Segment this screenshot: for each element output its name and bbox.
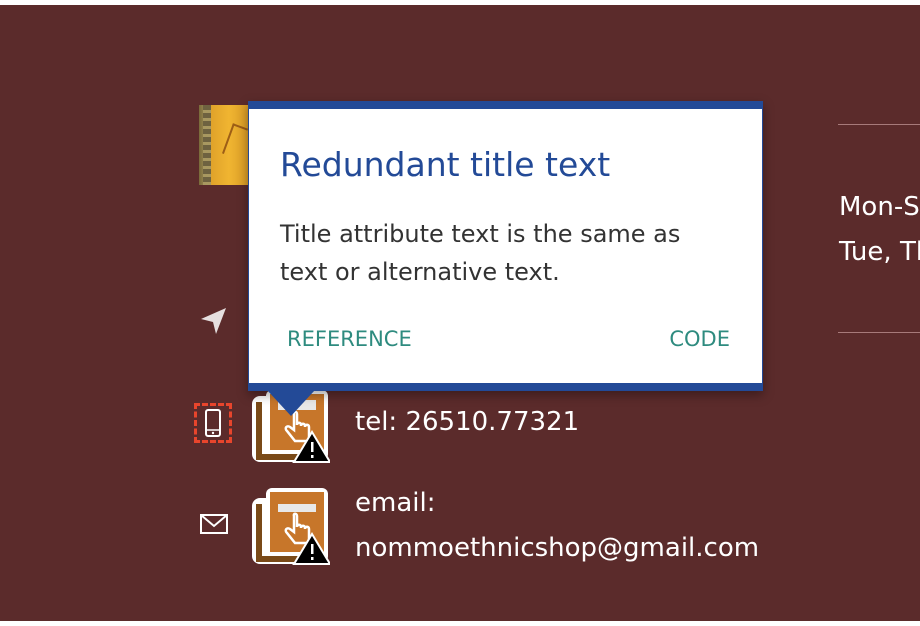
phone-number[interactable]: tel: 26510.77321 xyxy=(355,409,579,435)
mobile-phone-icon xyxy=(194,403,232,443)
divider-bottom xyxy=(838,332,920,333)
product-thumbnail[interactable] xyxy=(199,105,249,185)
hours-line-1: Mon-S xyxy=(839,192,920,222)
accessibility-tooltip: Redundant title text Title attribute tex… xyxy=(248,101,763,391)
film-strip-decoration xyxy=(203,105,211,185)
hand-pointer-warning-icon[interactable] xyxy=(250,486,332,566)
email-label: email: xyxy=(355,488,436,518)
location-arrow-icon xyxy=(199,306,229,336)
tooltip-title: Redundant title text xyxy=(280,145,611,184)
tooltip-body: Title attribute text is the same as text… xyxy=(280,220,681,286)
email-address[interactable]: nommoethnicshop@gmail.com xyxy=(355,535,759,561)
tooltip-pointer xyxy=(267,390,315,416)
divider-top xyxy=(838,124,920,125)
hours-line-2: Tue, Th xyxy=(839,237,920,267)
envelope-icon xyxy=(199,512,229,538)
reference-link[interactable]: REFERENCE xyxy=(287,327,412,351)
thumbnail-figure xyxy=(222,123,248,159)
code-link[interactable]: CODE xyxy=(669,327,730,351)
